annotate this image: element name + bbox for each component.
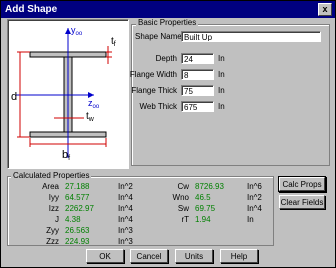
tw-label: tw: [86, 111, 95, 123]
cw-label: Cw: [177, 182, 189, 191]
flange-thick-input[interactable]: 75: [181, 85, 214, 96]
flange-width-unit: In: [218, 70, 225, 79]
area-unit: In^2: [118, 182, 133, 191]
close-button[interactable]: x: [318, 3, 332, 16]
flange-thick-label: Flange Thick: [131, 86, 177, 95]
y-axis-label: yoo: [71, 25, 83, 37]
iyy-value: 64.577: [65, 193, 90, 202]
flange-thick-unit: In: [218, 86, 225, 95]
calc-props-button[interactable]: Calc Props: [279, 177, 325, 191]
tf-label: tf: [111, 36, 116, 48]
title-bar: Add Shape x: [1, 1, 335, 18]
web-thick-label: Web Thick: [139, 102, 178, 111]
wno-unit: In^2: [247, 193, 262, 202]
d-label: d: [11, 91, 17, 103]
zyy-value: 26.563: [65, 226, 90, 235]
shape-diagram: yoo zoo tf d tw bf: [7, 19, 129, 169]
zzz-value: 224.93: [65, 237, 90, 246]
area-value: 27.188: [65, 182, 90, 191]
web-thick-unit: In: [218, 102, 225, 111]
cw-unit: In^6: [247, 182, 262, 191]
sw-label: Sw: [177, 204, 189, 213]
sw-unit: In^4: [247, 204, 262, 213]
bf-label: bf: [62, 149, 70, 162]
zzz-unit: In^3: [118, 237, 133, 246]
j-label: J: [55, 215, 59, 224]
sw-value: 69.75: [195, 204, 216, 213]
wno-label: Wno: [172, 193, 189, 202]
j-value: 4.38: [65, 215, 81, 224]
units-button[interactable]: Units: [175, 249, 213, 263]
depth-input[interactable]: 24: [181, 53, 214, 64]
calculated-properties-title: Calculated Properties: [11, 171, 92, 180]
cancel-button[interactable]: Cancel: [130, 249, 168, 263]
area-label: Area: [42, 182, 59, 191]
web-thick-input[interactable]: 675: [181, 101, 214, 112]
flange-width-input[interactable]: 8: [181, 69, 214, 80]
add-shape-dialog: Add Shape x yoo zoo tf d tw bf Basic Pro…: [0, 0, 336, 268]
j-unit: In^4: [118, 215, 133, 224]
rt-label: rT: [181, 215, 189, 224]
basic-properties-group: [131, 24, 330, 166]
window-title: Add Shape: [5, 4, 58, 15]
iyy-unit: In^4: [118, 193, 133, 202]
ok-button[interactable]: OK: [86, 249, 124, 263]
flange-width-label: Flange Width: [129, 70, 177, 79]
basic-properties-title: Basic Properties: [136, 18, 199, 27]
rt-unit: In: [247, 215, 254, 224]
izz-value: 2262.97: [65, 204, 94, 213]
clear-fields-button[interactable]: Clear Fields: [279, 195, 325, 209]
i-beam-drawing: yoo zoo tf d tw bf: [11, 25, 116, 162]
depth-label: Depth: [155, 54, 177, 63]
z-axis-label: zoo: [88, 98, 100, 110]
cw-value: 8726.93: [195, 182, 224, 191]
zyy-unit: In^3: [118, 226, 133, 235]
shape-name-label: Shape Name: [135, 32, 182, 41]
izz-unit: In^4: [118, 204, 133, 213]
izz-label: Izz: [48, 204, 59, 213]
rt-value: 1.94: [195, 215, 211, 224]
zzz-label: Zzz: [46, 237, 59, 246]
zyy-label: Zyy: [46, 226, 59, 235]
iyy-label: Iyy: [48, 193, 59, 202]
shape-name-input[interactable]: Built Up: [181, 31, 321, 42]
help-button[interactable]: Help: [220, 249, 258, 263]
wno-value: 46.5: [195, 193, 211, 202]
depth-unit: In: [218, 54, 225, 63]
